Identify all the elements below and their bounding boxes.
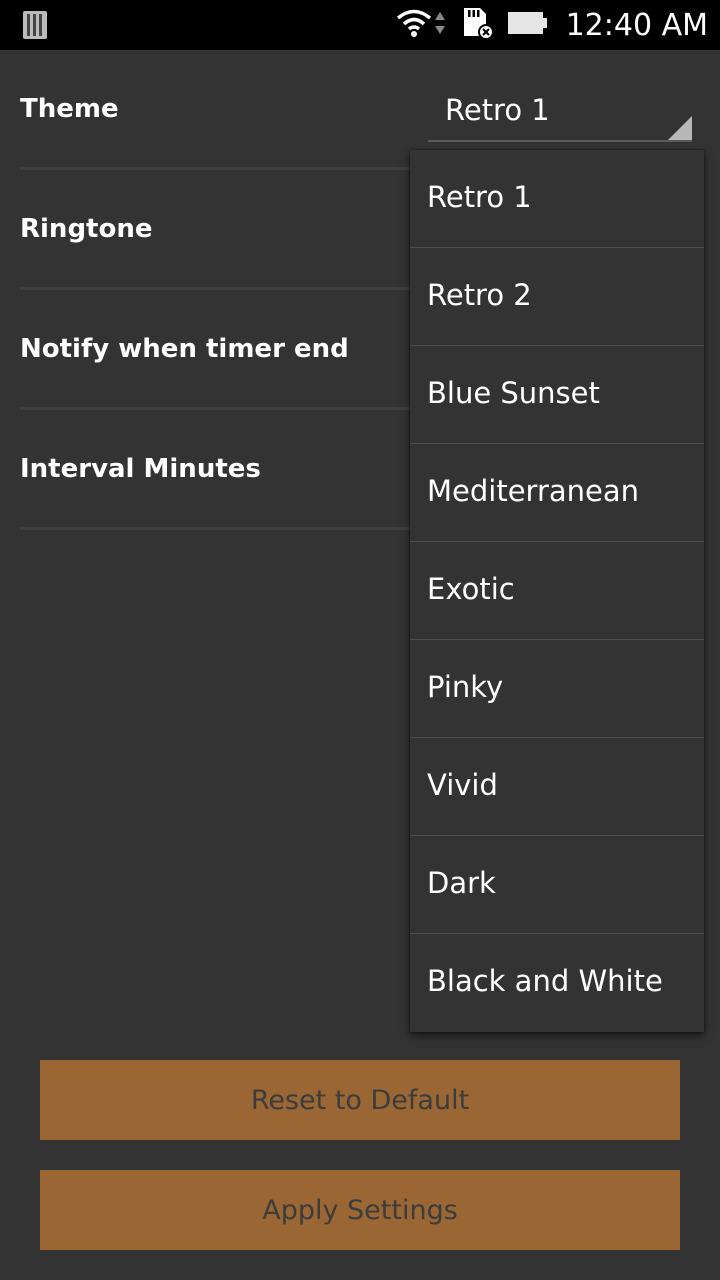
dropdown-item-dark[interactable]: Dark [410,836,704,934]
dropdown-item-label: Dark [427,866,496,900]
dropdown-item-label: Retro 2 [427,278,532,312]
theme-spinner[interactable]: Retro 1 [428,78,692,142]
dropdown-item-exotic[interactable]: Exotic [410,542,704,640]
sim-card-icon [22,10,48,40]
dropdown-item-black-and-white[interactable]: Black and White [410,934,704,1032]
battery-icon [507,10,548,41]
status-icons: 12:40 AM [396,0,708,50]
dropdown-item-blue-sunset[interactable]: Blue Sunset [410,346,704,444]
wifi-icon [396,8,432,43]
setting-label-ringtone: Ringtone [20,214,153,244]
sd-card-error-icon [460,6,494,45]
data-arrows-icon [434,8,446,43]
dropdown-item-label: Black and White [427,964,663,998]
dropdown-item-label: Pinky [427,670,504,704]
reset-to-default-button[interactable]: Reset to Default [40,1060,680,1140]
apply-settings-button[interactable]: Apply Settings [40,1170,680,1250]
dropdown-item-label: Blue Sunset [427,376,600,410]
dropdown-item-retro-2[interactable]: Retro 2 [410,248,704,346]
status-bar: 12:40 AM [0,0,720,50]
dropdown-item-mediterranean[interactable]: Mediterranean [410,444,704,542]
setting-label-theme: Theme [20,94,119,124]
clock-time: 12:40 AM [565,7,708,43]
dropdown-item-pinky[interactable]: Pinky [410,640,704,738]
setting-label-interval: Interval Minutes [20,454,261,484]
dropdown-item-retro-1[interactable]: Retro 1 [410,150,704,248]
dropdown-arrow-icon [668,116,692,140]
setting-label-notify: Notify when timer end [20,334,349,364]
theme-spinner-value: Retro 1 [445,93,550,127]
dropdown-item-label: Vivid [427,768,498,802]
dropdown-item-label: Exotic [427,572,515,606]
theme-dropdown-list: Retro 1 Retro 2 Blue Sunset Mediterranea… [410,150,704,1032]
dropdown-item-vivid[interactable]: Vivid [410,738,704,836]
dropdown-item-label: Mediterranean [427,474,640,508]
dropdown-item-label: Retro 1 [427,180,532,214]
